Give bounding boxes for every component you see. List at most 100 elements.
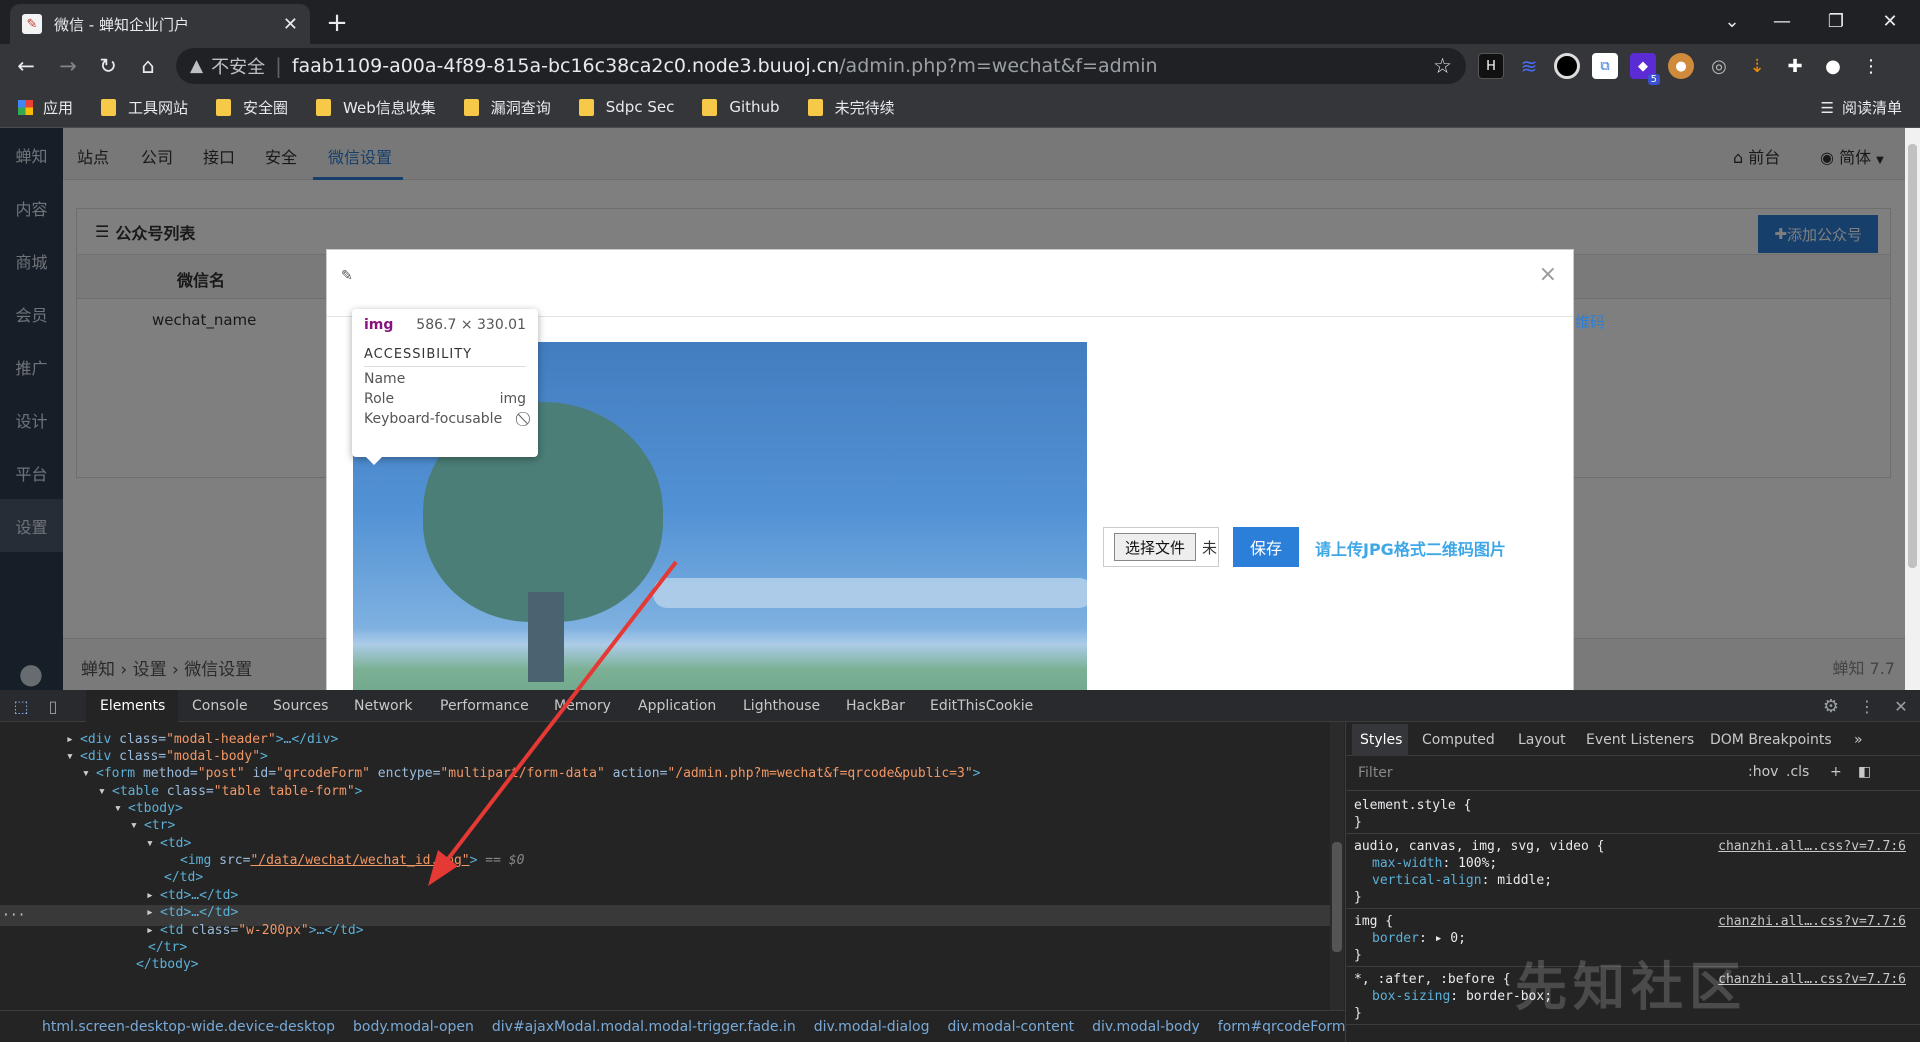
bookmark-folder[interactable]: 未完待续 [807, 97, 895, 118]
dom-crumb[interactable]: body.modal-open [353, 1019, 474, 1035]
devtools-tab-console[interactable]: Console [192, 698, 248, 714]
dom-crumb[interactable]: div#ajaxModal.modal.modal-trigger.fade.i… [492, 1019, 796, 1035]
extension-badge-icon[interactable]: ◆ 5 [1630, 53, 1660, 85]
extension-arrow-icon[interactable]: ⇣ [1744, 53, 1770, 79]
css-declaration[interactable]: max-width: 100%; [1372, 856, 1497, 871]
toggle-sidebar-icon[interactable]: ◧ [1858, 764, 1871, 780]
css-selector[interactable]: img { [1354, 914, 1393, 929]
dom-crumb[interactable]: div.modal-dialog [814, 1019, 930, 1035]
save-button[interactable]: 保存 [1233, 527, 1299, 567]
dom-crumb[interactable]: div.modal-body [1092, 1019, 1200, 1035]
dom-node-line[interactable]: <img src="/data/wechat/wechat_id.jpg"> =… [180, 850, 524, 871]
css-property-value[interactable]: middle; [1497, 873, 1552, 888]
dom-node-line[interactable]: </tbody> [136, 954, 199, 975]
css-selector[interactable]: audio, canvas, img, svg, video { [1354, 839, 1604, 854]
minimize-icon[interactable]: — [1762, 6, 1802, 36]
extensions-puzzle-icon[interactable]: ✚ [1782, 53, 1808, 79]
devtools-tab-performance[interactable]: Performance [440, 698, 529, 714]
devtools-tab-network[interactable]: Network [354, 698, 412, 714]
elements-scrollbar[interactable] [1330, 722, 1344, 1010]
extension-circle-icon[interactable] [1554, 53, 1580, 79]
home-icon[interactable]: ⌂ [132, 50, 164, 82]
dom-crumb[interactable]: form#qrcodeForm [1218, 1019, 1345, 1035]
back-icon[interactable]: ← [10, 50, 42, 82]
devtools-tab-application[interactable]: Application [638, 698, 716, 714]
css-property-value[interactable]: ▸ 0; [1435, 931, 1466, 946]
close-tab-icon[interactable]: ✕ [283, 14, 298, 35]
expand-toggle-icon[interactable]: ▾ [146, 833, 154, 854]
inspect-element-icon[interactable]: ⬚ [10, 696, 32, 716]
page-scrollbar[interactable] [1905, 128, 1920, 690]
css-selector[interactable]: *, :after, :before { [1354, 972, 1511, 987]
bookmark-folder[interactable]: Sdpc Sec [578, 98, 674, 116]
styles-tab-computed[interactable]: Computed [1422, 732, 1495, 748]
devtools-tab-hackbar[interactable]: HackBar [846, 698, 905, 714]
forward-icon[interactable]: → [52, 50, 84, 82]
styles-filter-input[interactable]: Filter [1354, 762, 1754, 786]
warning-icon[interactable]: ▲ [190, 56, 203, 76]
reading-list[interactable]: ☰ 阅读清单 [1821, 97, 1902, 118]
bookmark-folder[interactable]: 工具网站 [101, 97, 188, 118]
extension-wave-icon[interactable]: ≋ [1516, 53, 1542, 79]
cookie-icon[interactable]: ● [1668, 53, 1694, 79]
url-path[interactable]: /admin.php?m=wechat&f=admin [839, 55, 1157, 77]
bookmark-folder[interactable]: 漏洞查询 [463, 97, 551, 118]
reload-icon[interactable]: ↻ [92, 50, 124, 82]
devtools-tab-memory[interactable]: Memory [554, 698, 611, 714]
devtools-tab-lighthouse[interactable]: Lighthouse [743, 698, 820, 714]
dom-node-line[interactable]: ▸ <td class="w-200px">…</td> [146, 920, 364, 941]
expand-toggle-icon[interactable]: ▾ [114, 798, 122, 819]
bookmark-folder[interactable]: 安全圈 [216, 97, 288, 118]
scrollbar-thumb[interactable] [1908, 144, 1917, 568]
file-input[interactable]: 选择文件 未 [1103, 527, 1219, 567]
profile-icon[interactable]: ● [1820, 53, 1846, 79]
bookmark-folder[interactable]: Github [702, 98, 780, 116]
css-property-name[interactable]: max-width [1372, 856, 1442, 871]
bookmark-apps[interactable]: 应用 [18, 97, 73, 118]
styles-tab-event-listeners[interactable]: Event Listeners [1586, 732, 1694, 748]
new-rule-icon[interactable]: + [1830, 764, 1842, 780]
choose-file-button[interactable]: 选择文件 [1114, 533, 1197, 561]
expand-toggle-icon[interactable]: ▾ [98, 781, 106, 802]
address-bar[interactable]: ▲ 不安全 | faab1109-a00a-4f89-815a-bc16c38c… [176, 48, 1466, 84]
hov-toggle[interactable]: :hov [1748, 764, 1778, 780]
css-property-name[interactable]: box-sizing [1372, 989, 1450, 1004]
devtools-tab-elements[interactable]: Elements [100, 698, 166, 714]
cls-toggle[interactable]: .cls [1786, 764, 1809, 780]
restore-icon[interactable]: ❐ [1816, 6, 1856, 36]
close-window-icon[interactable]: ✕ [1870, 6, 1910, 36]
css-declaration[interactable]: vertical-align: middle; [1372, 873, 1552, 888]
devtools-settings-icon[interactable]: ⚙ [1820, 696, 1842, 717]
extension-glasses-icon[interactable]: ◎ [1706, 53, 1732, 79]
styles-tab-layout[interactable]: Layout [1518, 732, 1566, 748]
more-tabs-icon[interactable]: » [1854, 732, 1863, 748]
expand-toggle-icon[interactable]: ▾ [66, 746, 74, 767]
bookmark-folder[interactable]: Web信息收集 [316, 97, 436, 118]
dom-crumb[interactable]: html.screen-desktop-wide.device-desktop [42, 1019, 335, 1035]
bookmark-star-icon[interactable]: ☆ [1433, 54, 1452, 78]
devtools-tab-sources[interactable]: Sources [273, 698, 328, 714]
url-host[interactable]: faab1109-a00a-4f89-815a-bc16c38ca2c0.nod… [292, 55, 839, 77]
devtools-menu-icon[interactable]: ⋮ [1856, 696, 1878, 716]
extension-box-icon[interactable]: ⧉ [1592, 53, 1618, 79]
css-property-name[interactable]: border [1372, 931, 1419, 946]
devtools-tab-editthiscookie[interactable]: EditThisCookie [930, 698, 1033, 714]
styles-tab-styles[interactable]: Styles [1360, 732, 1402, 748]
dom-crumb[interactable]: div.modal-content [947, 1019, 1074, 1035]
expand-toggle-icon[interactable]: ▾ [130, 815, 138, 836]
extension-h-icon[interactable]: H [1478, 53, 1504, 79]
more-actions-icon[interactable]: ··· [2, 905, 25, 926]
devtools-close-icon[interactable]: ✕ [1890, 696, 1912, 716]
expand-toggle-icon[interactable]: ▾ [82, 763, 90, 784]
close-modal-button[interactable]: × [1539, 262, 1557, 287]
css-source-link[interactable]: chanzhi.all….css?v=7.7:6 [1718, 839, 1906, 854]
device-toolbar-icon[interactable]: ▯ [42, 696, 64, 716]
css-selector[interactable]: element.style { [1354, 798, 1471, 813]
styles-tab-dom-breakpoints[interactable]: DOM Breakpoints [1710, 732, 1832, 748]
tab-search-icon[interactable]: ⌄ [1712, 6, 1752, 36]
browser-menu-icon[interactable]: ⋮ [1858, 53, 1884, 79]
insecure-label[interactable]: 不安全 [211, 53, 265, 79]
css-declaration[interactable]: border: ▸ 0; [1372, 931, 1466, 946]
elements-scroll-thumb[interactable] [1332, 842, 1342, 952]
new-tab-icon[interactable]: + [322, 8, 352, 38]
